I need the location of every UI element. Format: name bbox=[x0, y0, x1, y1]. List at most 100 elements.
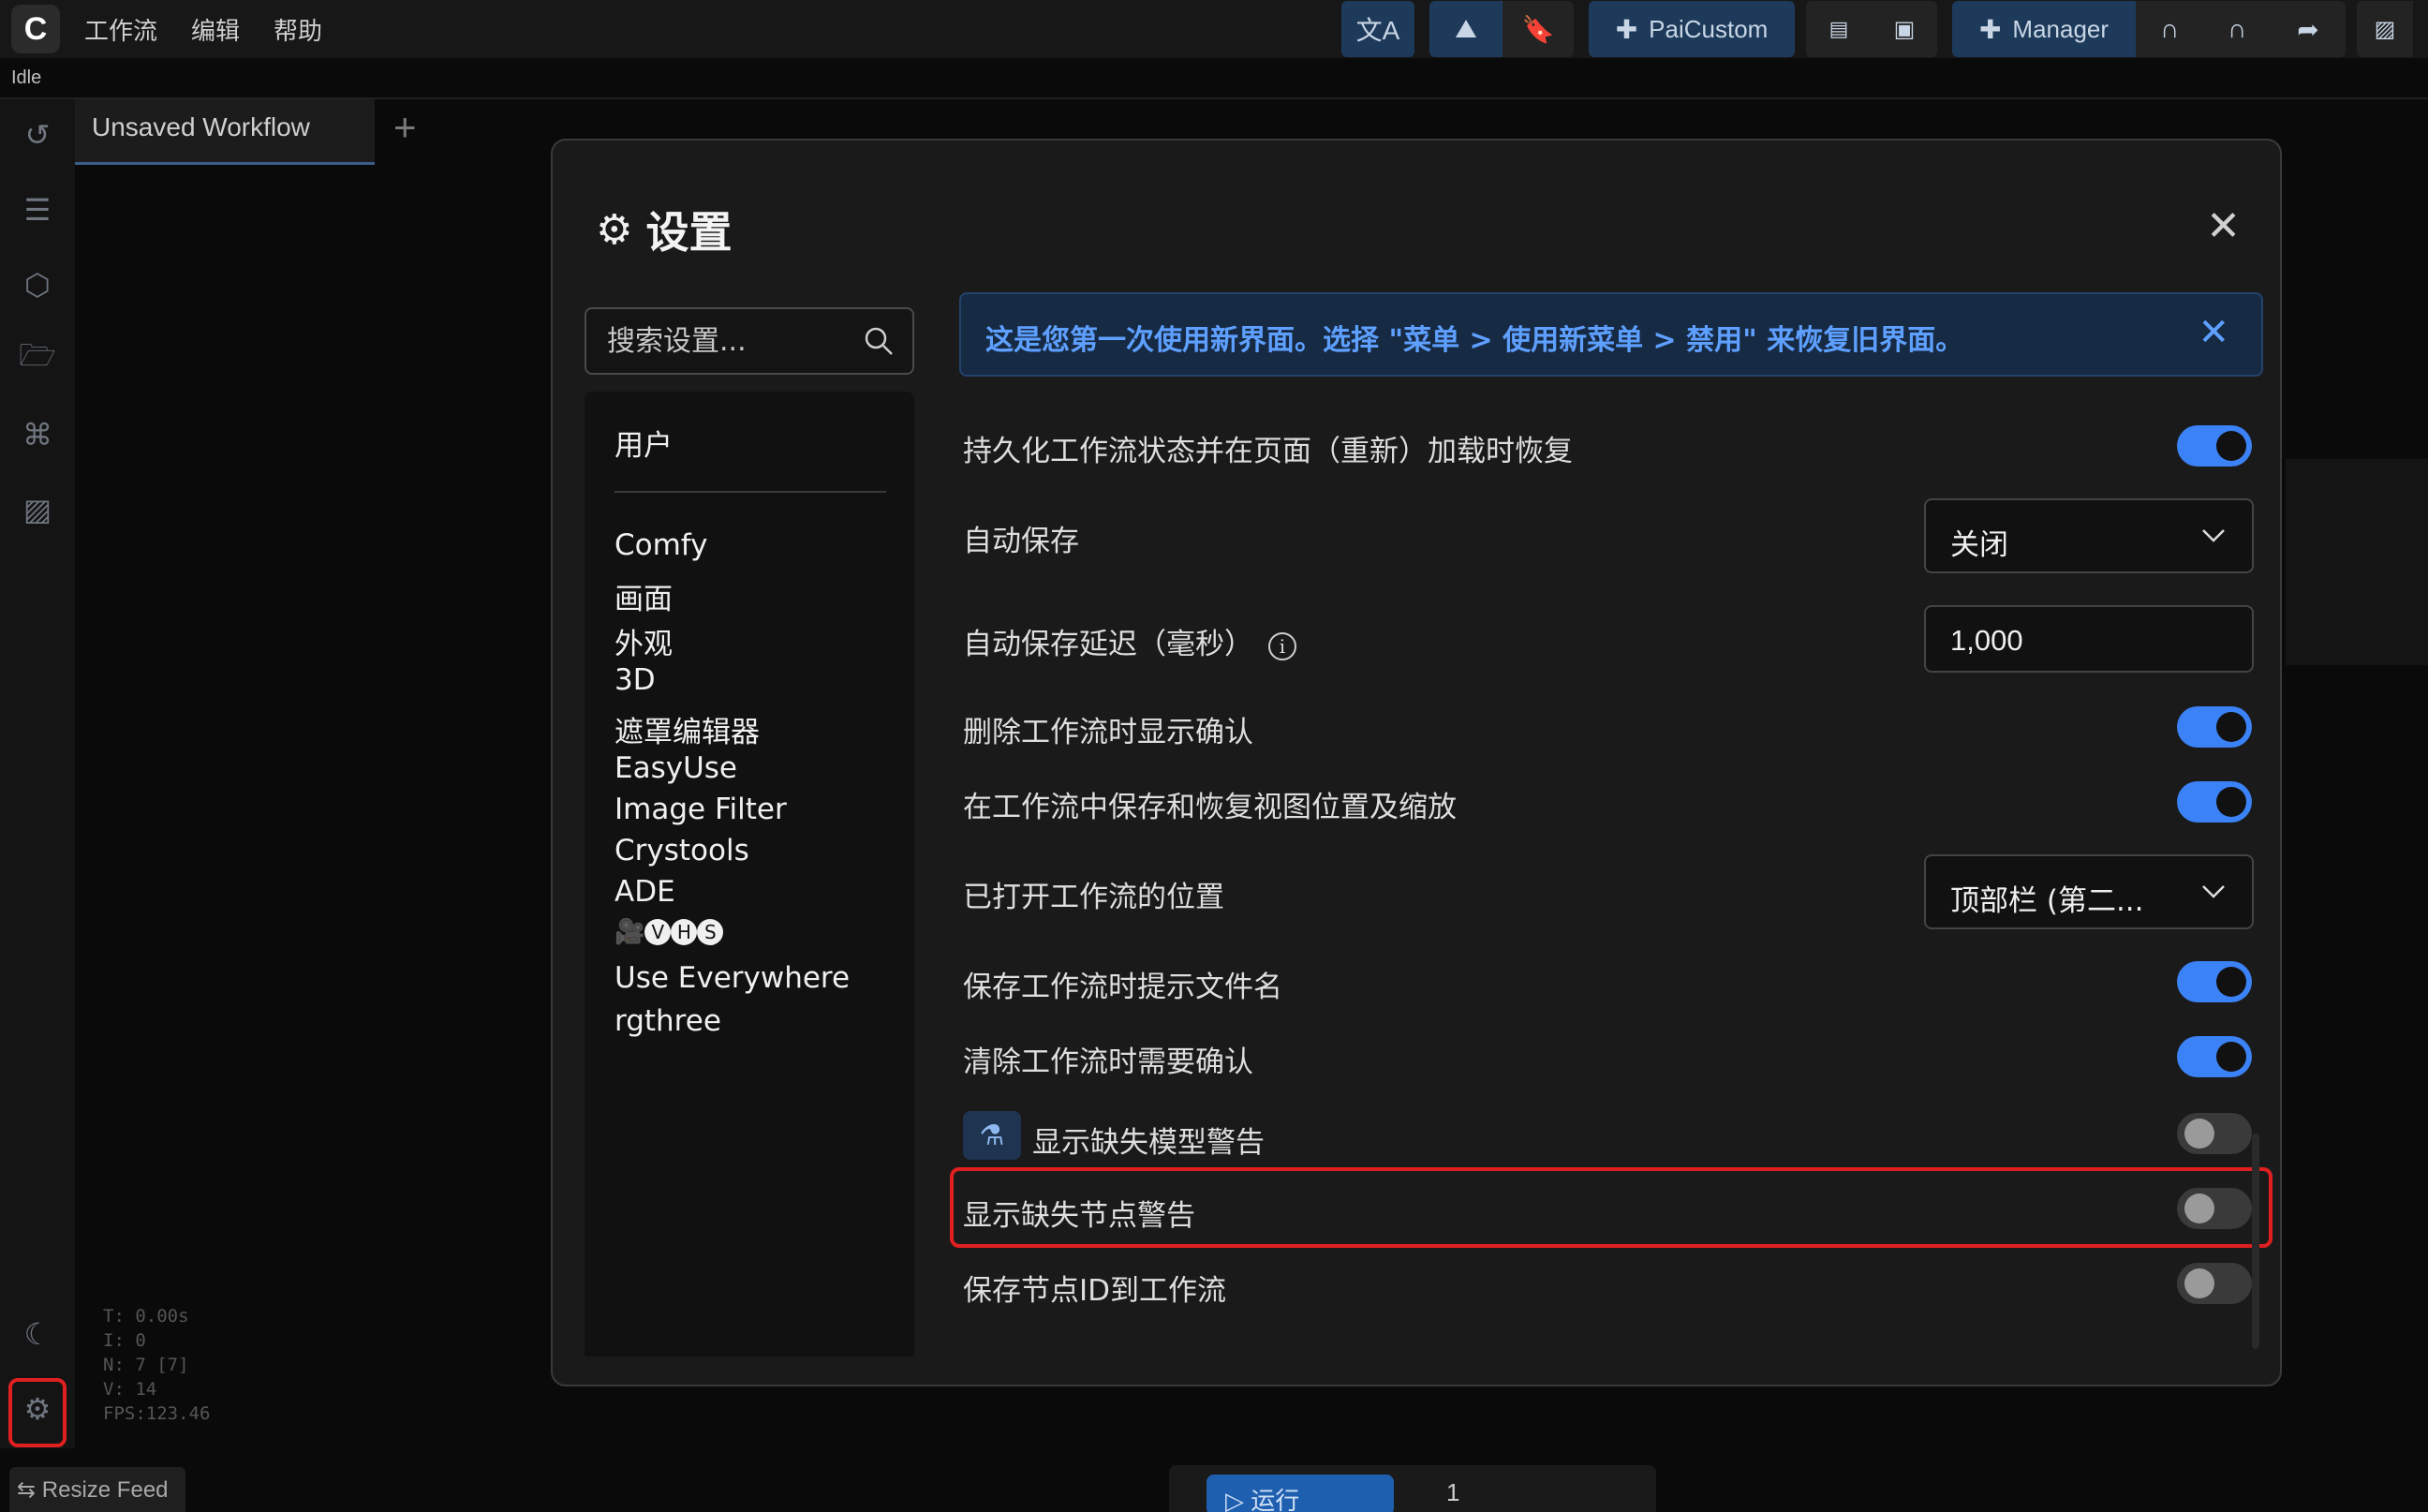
nav-item-rgthree[interactable]: rgthree bbox=[614, 1004, 721, 1038]
setting-missing-models-toggle[interactable] bbox=[2177, 1113, 2252, 1154]
setting-delete-confirm-toggle[interactable] bbox=[2177, 706, 2252, 748]
nav-item-use-everywhere[interactable]: Use Everywhere bbox=[614, 961, 850, 995]
setting-delete-confirm-label: 删除工作流时显示确认 bbox=[963, 716, 1253, 749]
close-icon[interactable]: ✕ bbox=[2206, 202, 2241, 250]
vhs-letter-v: V bbox=[644, 919, 672, 945]
autosave-select[interactable]: 关闭 bbox=[1924, 498, 2254, 573]
puzzle-icon: ✚ bbox=[1615, 14, 1638, 44]
nav-item-appearance[interactable]: 外观 bbox=[614, 620, 673, 662]
add-tab-icon[interactable]: + bbox=[393, 105, 417, 150]
resize-feed-button[interactable]: ⇆ Resize Feed bbox=[9, 1467, 185, 1512]
comfy-logo[interactable]: C bbox=[11, 5, 60, 53]
manager-button[interactable]: ✚ Manager bbox=[1952, 1, 2136, 57]
menu-workflow[interactable]: 工作流 bbox=[84, 12, 157, 47]
chart-alt-button[interactable]: ∩ bbox=[2203, 1, 2271, 57]
setting-prompt-filename-label: 保存工作流时提示文件名 bbox=[963, 971, 1282, 1004]
setting-save-view-toggle[interactable] bbox=[2177, 781, 2252, 823]
stat-time: T: 0.00s bbox=[103, 1306, 189, 1327]
moon-icon[interactable]: ☾ bbox=[19, 1315, 56, 1353]
translate-button[interactable]: 文A bbox=[1341, 1, 1414, 57]
setting-open-position-label: 已打开工作流的位置 bbox=[963, 881, 1224, 914]
workflow-tab[interactable]: Unsaved Workflow bbox=[75, 99, 375, 165]
bookmark-icon: 🔖 bbox=[1521, 14, 1555, 44]
model-button[interactable]: ⛰ bbox=[1429, 1, 1503, 57]
nav-item-crystools[interactable]: Crystools bbox=[614, 834, 749, 867]
nav-item-easyuse[interactable]: EasyUse bbox=[614, 751, 737, 785]
setting-missing-nodes-toggle[interactable] bbox=[2177, 1188, 2252, 1229]
canvas-node bbox=[2286, 459, 2428, 665]
setting-persist-toggle[interactable] bbox=[2177, 425, 2252, 467]
gear-icon: ⚙ bbox=[596, 206, 633, 253]
nav-item-user[interactable]: 用户 bbox=[614, 422, 673, 464]
paicustom-button[interactable]: ✚ PaiCustom bbox=[1589, 1, 1795, 57]
gallery-button[interactable]: ▨ bbox=[2357, 1, 2413, 57]
mountain-icon: ⛰ bbox=[1455, 13, 1477, 43]
setting-prompt-filename-toggle[interactable] bbox=[2177, 961, 2252, 1002]
setting-save-view-label: 在工作流中保存和恢复视图位置及缩放 bbox=[963, 791, 1457, 824]
translate-icon: 文A bbox=[1355, 16, 1400, 45]
run-toolbar: ▷ 运行 1 bbox=[1169, 1465, 1656, 1512]
save-icon: ▣ bbox=[1893, 16, 1916, 42]
folder-icon[interactable]: 🗁 bbox=[19, 338, 56, 378]
film-camera-icon: 🎥 bbox=[614, 918, 645, 946]
share-button[interactable]: ➦ bbox=[2271, 1, 2346, 57]
queue-icon[interactable]: ☰ bbox=[19, 191, 56, 229]
open-position-select[interactable]: 顶部栏 (第二... bbox=[1924, 854, 2254, 929]
save-button[interactable]: ▣ bbox=[1872, 1, 1937, 57]
setting-missing-models-label: 显示缺失模型警告 bbox=[1032, 1126, 1265, 1160]
play-icon: ▷ bbox=[1225, 1487, 1251, 1512]
banner-close-icon[interactable]: ✕ bbox=[2198, 311, 2229, 354]
stack-button[interactable]: ▤ bbox=[1806, 1, 1872, 57]
nav-item-comfy[interactable]: Comfy bbox=[614, 528, 708, 562]
autosave-value: 关闭 bbox=[1950, 528, 2008, 562]
nav-item-ade[interactable]: ADE bbox=[614, 875, 675, 909]
nav-item-vhs[interactable]: 🎥 V H S bbox=[614, 918, 724, 946]
setting-autosave-delay-label: 自动保存延迟（毫秒） i bbox=[963, 620, 1296, 662]
search-icon[interactable] bbox=[864, 326, 894, 356]
autosave-delay-input[interactable]: 1,000 bbox=[1924, 605, 2254, 673]
run-label: 运行 bbox=[1251, 1487, 1300, 1512]
queue-status: Idle bbox=[11, 67, 42, 88]
chevron-down-icon bbox=[2202, 885, 2225, 898]
cube-icon[interactable]: ⬡ bbox=[19, 266, 56, 304]
settings-scrollbar[interactable] bbox=[2252, 1134, 2259, 1349]
image-icon[interactable]: ▨ bbox=[19, 491, 56, 528]
setting-autosave-label: 自动保存 bbox=[963, 525, 1079, 558]
vhs-letter-h: H bbox=[671, 919, 698, 945]
setting-save-node-id-toggle[interactable] bbox=[2177, 1263, 2252, 1304]
open-position-value: 顶部栏 (第二... bbox=[1950, 884, 2144, 918]
dialog-header: ⚙ 设置 bbox=[596, 199, 732, 260]
menu-help[interactable]: 帮助 bbox=[274, 12, 322, 47]
stack-icon: ▤ bbox=[1828, 17, 1849, 40]
banner-text: 这是您第一次使用新界面。选择 "菜单 > 使用新菜单 > 禁用" 来恢复旧界面。 bbox=[985, 324, 1964, 357]
settings-nav: 用户 Comfy 画面 外观 3D 遮罩编辑器 EasyUse Image Fi… bbox=[585, 392, 914, 1356]
autosave-delay-text: 自动保存延迟（毫秒） bbox=[963, 628, 1253, 661]
settings-search bbox=[585, 307, 914, 375]
menu-edit[interactable]: 编辑 bbox=[191, 12, 240, 47]
batch-count-input[interactable]: 1 bbox=[1446, 1478, 1459, 1507]
nav-item-3d[interactable]: 3D bbox=[614, 663, 656, 697]
node-tree-icon[interactable]: ⌘ bbox=[19, 416, 56, 453]
nav-item-canvas[interactable]: 画面 bbox=[614, 575, 673, 617]
setting-persist-label: 持久化工作流状态并在页面（重新）加载时恢复 bbox=[963, 435, 1573, 468]
gallery-icon: ▨ bbox=[2374, 16, 2396, 42]
setting-clear-confirm-label: 清除工作流时需要确认 bbox=[963, 1045, 1253, 1079]
flask-icon: ⚗ bbox=[963, 1111, 1021, 1160]
bell-curve-icon: ∩ bbox=[2159, 14, 2180, 43]
chevron-down-icon bbox=[2202, 529, 2225, 542]
setting-missing-nodes-label: 显示缺失节点警告 bbox=[963, 1199, 1195, 1233]
info-icon[interactable]: i bbox=[1268, 631, 1296, 660]
bookmark-button[interactable]: 🔖 bbox=[1503, 1, 1574, 57]
new-ui-banner: 这是您第一次使用新界面。选择 "菜单 > 使用新菜单 > 禁用" 来恢复旧界面。… bbox=[959, 292, 2263, 377]
run-button[interactable]: ▷ 运行 bbox=[1207, 1475, 1394, 1512]
bell-curve-alt-icon: ∩ bbox=[2227, 14, 2247, 43]
nav-item-mask-editor[interactable]: 遮罩编辑器 bbox=[614, 708, 760, 750]
vhs-letter-s: S bbox=[697, 919, 724, 945]
chart-button[interactable]: ∩ bbox=[2136, 1, 2203, 57]
stat-nodes: N: 7 [7] bbox=[103, 1355, 189, 1375]
resize-icon: ⇆ bbox=[17, 1477, 42, 1503]
setting-clear-confirm-toggle[interactable] bbox=[2177, 1036, 2252, 1077]
manager-label: Manager bbox=[2012, 14, 2110, 43]
history-icon[interactable]: ↺ bbox=[19, 116, 56, 154]
nav-item-image-filter[interactable]: Image Filter bbox=[614, 793, 787, 826]
